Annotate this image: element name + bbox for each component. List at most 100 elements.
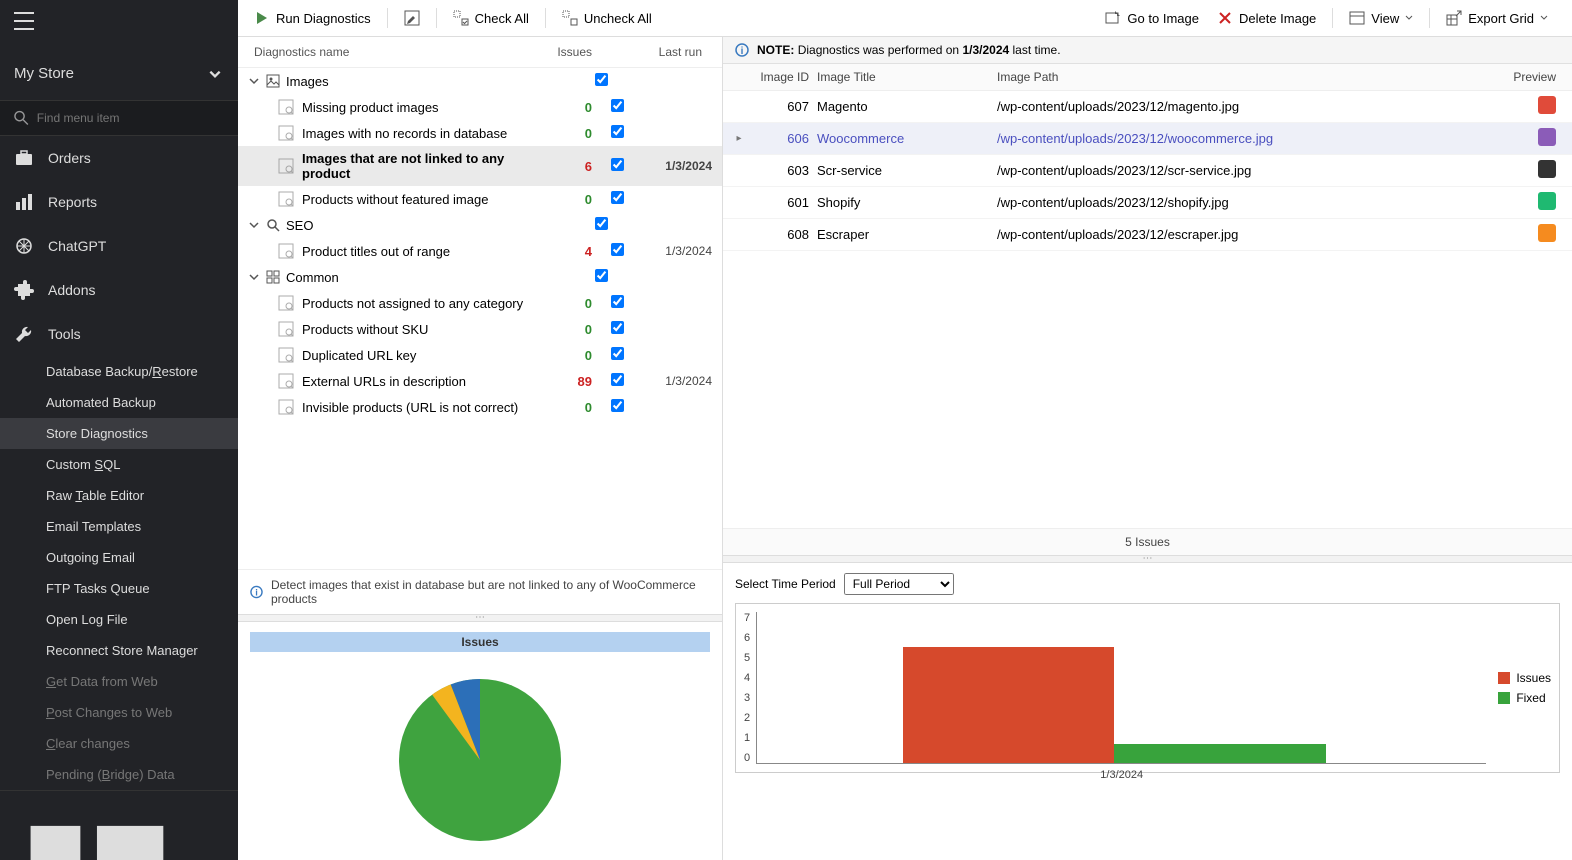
- issue-count: 0: [552, 126, 602, 141]
- tree-row[interactable]: Images with no records in database 0: [238, 120, 722, 146]
- sub-store-diagnostics[interactable]: Store Diagnostics: [0, 418, 238, 449]
- delete-image-button[interactable]: Delete Image: [1211, 6, 1322, 30]
- tb-label: View: [1371, 11, 1399, 26]
- edit-button[interactable]: [398, 6, 426, 30]
- cell-title: Shopify: [817, 195, 997, 210]
- tree-row[interactable]: Products without featured image 0: [238, 186, 722, 212]
- period-select[interactable]: Full Period: [844, 573, 954, 595]
- caret-down-icon: [1405, 14, 1413, 22]
- diag-checkbox[interactable]: [611, 399, 624, 412]
- diag-checkbox[interactable]: [611, 99, 624, 112]
- uncheck-all-button[interactable]: Uncheck All: [556, 6, 658, 30]
- tb-label: Export Grid: [1468, 11, 1534, 26]
- tree-row[interactable]: External URLs in description 89 1/3/2024: [238, 368, 722, 394]
- tree-group[interactable]: SEO: [238, 212, 722, 238]
- diag-checkbox[interactable]: [611, 243, 624, 256]
- tree-row[interactable]: Products without SKU 0: [238, 316, 722, 342]
- tree-row[interactable]: Duplicated URL key 0: [238, 342, 722, 368]
- sidebar-item-chatgpt[interactable]: ChatGPT: [0, 224, 238, 268]
- tree-row[interactable]: Missing product images 0: [238, 94, 722, 120]
- issue-count: 89: [552, 374, 602, 389]
- sidebar-item-view[interactable]: View: [0, 790, 238, 860]
- tree-row[interactable]: Invisible products (URL is not correct) …: [238, 394, 722, 420]
- menu-search-input[interactable]: [29, 107, 224, 129]
- th-lastrun: Last run: [622, 45, 712, 59]
- image-row[interactable]: 608 Escraper /wp-content/uploads/2023/12…: [723, 219, 1572, 251]
- sub-reconnect[interactable]: Reconnect Store Manager: [0, 635, 238, 666]
- sub-label: Outgoing Email: [46, 550, 135, 565]
- sub-automated-backup[interactable]: Automated Backup: [0, 387, 238, 418]
- diag-name: External URLs in description: [302, 374, 552, 389]
- info-bar: i Detect images that exist in database b…: [238, 569, 722, 614]
- image-row[interactable]: ▸ 606 Woocommerce /wp-content/uploads/20…: [723, 123, 1572, 155]
- note-text: NOTE: Diagnostics was performed on 1/3/2…: [757, 43, 1061, 57]
- search-icon: [14, 110, 29, 126]
- preview-thumbnail: [1538, 192, 1556, 210]
- last-run: 1/3/2024: [632, 244, 722, 258]
- tree-row[interactable]: Products not assigned to any category 0: [238, 290, 722, 316]
- note-bar: i NOTE: Diagnostics was performed on 1/3…: [723, 37, 1572, 64]
- diagnostics-panel: Diagnostics name Issues Last run Images …: [238, 37, 723, 860]
- sub-label: Automated Backup: [46, 395, 156, 410]
- diag-checkbox[interactable]: [611, 321, 624, 334]
- diag-checkbox[interactable]: [611, 373, 624, 386]
- h-splitter[interactable]: ⋯: [723, 555, 1572, 563]
- image-row[interactable]: 603 Scr-service /wp-content/uploads/2023…: [723, 155, 1572, 187]
- diagnostic-icon: [278, 158, 294, 174]
- image-row[interactable]: 601 Shopify /wp-content/uploads/2023/12/…: [723, 187, 1572, 219]
- group-checkbox[interactable]: [595, 217, 608, 230]
- diag-checkbox[interactable]: [611, 158, 624, 171]
- sub-email-templates[interactable]: Email Templates: [0, 511, 238, 542]
- diagnostic-icon: [278, 373, 294, 389]
- group-label: Common: [286, 270, 580, 285]
- legend-label: Issues: [1516, 671, 1551, 685]
- cell-path: /wp-content/uploads/2023/12/scr-service.…: [997, 163, 1494, 178]
- sub-database-backup[interactable]: Database Backup/Restore: [0, 356, 238, 387]
- export-grid-button[interactable]: Export Grid: [1440, 6, 1554, 30]
- image-table-header: Image ID Image Title Image Path Preview: [723, 64, 1572, 91]
- tree-row[interactable]: Images that are not linked to any produc…: [238, 146, 722, 186]
- sidebar-item-addons[interactable]: Addons: [0, 268, 238, 312]
- store-selector[interactable]: My Store: [0, 47, 238, 100]
- plot-area: 1/3/2024: [756, 612, 1486, 764]
- sub-ftp-tasks[interactable]: FTP Tasks Queue: [0, 573, 238, 604]
- issue-count: 0: [552, 322, 602, 337]
- tree-group[interactable]: Images: [238, 68, 722, 94]
- sub-outgoing-email[interactable]: Outgoing Email: [0, 542, 238, 573]
- h-splitter[interactable]: ⋯: [238, 614, 722, 622]
- pie-title: Issues: [250, 632, 710, 652]
- check-all-button[interactable]: Check All: [447, 6, 535, 30]
- legend-swatch-issues: [1498, 672, 1510, 684]
- sidebar-item-tools[interactable]: Tools: [0, 312, 238, 356]
- view-button[interactable]: View: [1343, 6, 1419, 30]
- diag-checkbox[interactable]: [611, 347, 624, 360]
- sub-open-log[interactable]: Open Log File: [0, 604, 238, 635]
- uncheck-all-icon: [562, 10, 578, 26]
- nav-label: Reports: [48, 194, 97, 210]
- tree-row[interactable]: Product titles out of range 4 1/3/2024: [238, 238, 722, 264]
- cell-title: Magento: [817, 99, 997, 114]
- diag-checkbox[interactable]: [611, 191, 624, 204]
- diag-checkbox[interactable]: [611, 295, 624, 308]
- image-table-status: 5 Issues: [723, 528, 1572, 555]
- group-checkbox[interactable]: [595, 269, 608, 282]
- group-checkbox[interactable]: [595, 73, 608, 86]
- sidebar-item-reports[interactable]: Reports: [0, 180, 238, 224]
- preview-thumbnail: [1538, 160, 1556, 178]
- pie-chart-panel: Issues: [238, 622, 723, 860]
- go-to-image-button[interactable]: Go to Image: [1099, 6, 1205, 30]
- sidebar-item-orders[interactable]: Orders: [0, 136, 238, 180]
- sub-raw-table[interactable]: Raw Table Editor: [0, 480, 238, 511]
- edit-icon: [404, 10, 420, 26]
- image-row[interactable]: 607 Magento /wp-content/uploads/2023/12/…: [723, 91, 1572, 123]
- tree-group[interactable]: Common: [238, 264, 722, 290]
- run-diagnostics-button[interactable]: Run Diagnostics: [248, 6, 377, 30]
- hamburger-menu-button[interactable]: [0, 0, 238, 47]
- sub-custom-sql[interactable]: Custom SQL: [0, 449, 238, 480]
- diagnostic-icon: [278, 399, 294, 415]
- diagnostics-tree[interactable]: Images Missing product images 0 Images w…: [238, 68, 722, 569]
- sub-label: Store Diagnostics: [46, 426, 148, 441]
- last-run: 1/3/2024: [632, 159, 722, 173]
- diag-name: Images that are not linked to any produc…: [302, 151, 552, 181]
- diag-checkbox[interactable]: [611, 125, 624, 138]
